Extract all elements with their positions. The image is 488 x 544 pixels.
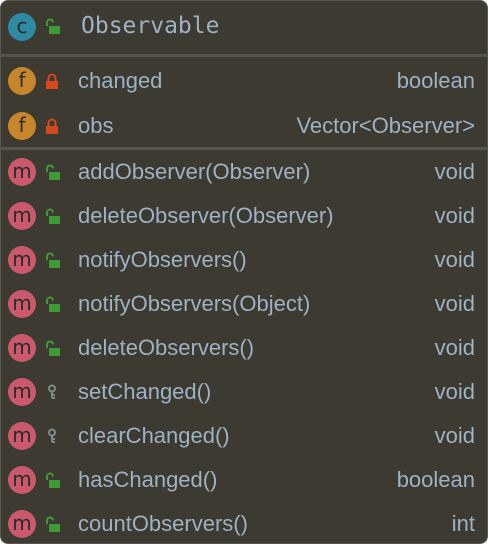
method-icon: m <box>8 378 36 406</box>
protected-key-icon <box>45 384 59 400</box>
method-name: clearChanged() <box>78 423 230 448</box>
method-icon: m <box>8 422 36 450</box>
public-lock-icon <box>45 472 60 488</box>
class-name: Observable <box>81 13 220 39</box>
method-row[interactable]: m notifyObservers() void <box>1 238 487 282</box>
uml-class-box[interactable]: c Observable f changed boolean f obs Vect… <box>0 0 488 544</box>
method-type: void <box>434 291 475 316</box>
method-row[interactable]: m notifyObservers(Object) void <box>1 282 487 326</box>
method-row[interactable]: m addObserver(Observer) void <box>1 150 487 194</box>
method-type: void <box>434 423 475 448</box>
protected-key-icon <box>45 428 59 444</box>
field-name: obs <box>78 113 114 138</box>
public-lock-icon <box>45 516 60 532</box>
field-row[interactable]: f changed boolean <box>1 59 487 103</box>
method-icon: m <box>8 334 36 362</box>
public-lock-icon <box>45 296 60 312</box>
method-type: void <box>434 379 475 404</box>
method-type: void <box>434 203 475 228</box>
method-type: void <box>434 247 475 272</box>
method-row[interactable]: m deleteObserver(Observer) void <box>1 194 487 238</box>
public-lock-icon <box>45 252 60 268</box>
field-type: Vector<Observer> <box>296 113 475 138</box>
method-type: boolean <box>396 467 475 492</box>
method-icon: m <box>8 510 36 538</box>
method-name: setChanged() <box>78 379 212 404</box>
field-icon: f <box>8 112 36 140</box>
method-name: notifyObservers(Object) <box>78 291 311 316</box>
method-icon: m <box>8 202 36 230</box>
class-header[interactable]: c Observable <box>1 1 487 54</box>
private-lock-icon <box>45 118 59 134</box>
method-name: countObservers() <box>78 511 248 536</box>
method-icon: m <box>8 290 36 318</box>
public-lock-icon <box>45 164 60 180</box>
method-row[interactable]: m hasChanged() boolean <box>1 458 487 502</box>
method-icon: m <box>8 158 36 186</box>
method-name: deleteObservers() <box>78 335 255 360</box>
method-row[interactable]: m setChanged() void <box>1 370 487 414</box>
public-lock-icon <box>45 340 60 356</box>
method-row[interactable]: m countObservers() int <box>1 502 487 543</box>
method-type: void <box>434 159 475 184</box>
method-icon: m <box>8 246 36 274</box>
divider <box>1 54 487 57</box>
method-name: notifyObservers() <box>78 247 247 272</box>
method-name: addObserver(Observer) <box>78 159 311 184</box>
field-name: changed <box>78 68 163 93</box>
field-row[interactable]: f obs Vector<Observer> <box>1 104 487 148</box>
class-icon: c <box>8 13 36 41</box>
method-type: int <box>451 511 475 536</box>
method-name: hasChanged() <box>78 467 218 492</box>
private-lock-icon <box>45 73 59 89</box>
method-name: deleteObserver(Observer) <box>78 203 334 228</box>
field-icon: f <box>8 67 36 95</box>
method-icon: m <box>8 466 36 494</box>
method-type: void <box>434 335 475 360</box>
public-lock-icon <box>45 18 60 34</box>
method-row[interactable]: m deleteObservers() void <box>1 326 487 370</box>
field-type: boolean <box>396 68 475 93</box>
public-lock-icon <box>45 208 60 224</box>
method-row[interactable]: m clearChanged() void <box>1 414 487 458</box>
